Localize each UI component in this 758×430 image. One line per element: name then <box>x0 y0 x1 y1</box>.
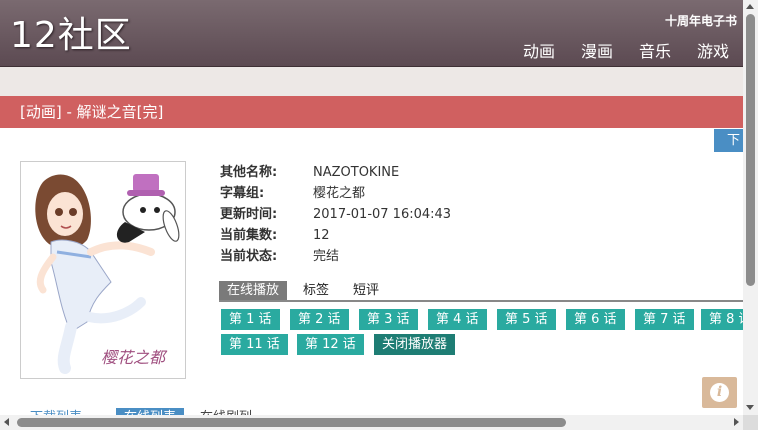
info-row-alt-name: 其他名称: NAZOTOKINE <box>220 164 451 185</box>
nav-games[interactable]: 游戏 <box>697 38 729 62</box>
download-tab[interactable]: 下载 <box>714 129 743 152</box>
page-title: [动画] - 解谜之音[完] <box>0 96 743 128</box>
info-label: 更新时间: <box>220 207 278 222</box>
scrollbar-corner <box>743 415 758 430</box>
vertical-scroll-thumb[interactable] <box>746 14 755 286</box>
tab-tags[interactable]: 标签 <box>295 281 337 300</box>
scroll-up-arrow-icon[interactable] <box>746 4 754 9</box>
info-row-episode-count: 当前集数: 12 <box>220 227 451 248</box>
scroll-right-arrow-icon[interactable] <box>734 418 739 426</box>
episode-button[interactable]: 第 3 话 <box>359 309 418 330</box>
info-row-subtitle-group: 字幕组: 樱花之都 <box>220 185 451 206</box>
nav-manga[interactable]: 漫画 <box>581 38 613 62</box>
episode-button[interactable]: 第 12 话 <box>297 334 364 355</box>
info-button[interactable]: i <box>702 377 737 408</box>
site-logo[interactable]: 12社区 <box>10 14 132 58</box>
close-player-button[interactable]: 关闭播放器 <box>374 334 456 355</box>
site-header: 12社区 十周年电子书 动画 漫画 音乐 游戏 <box>0 0 743 67</box>
info-value: 完结 <box>313 249 340 264</box>
info-icon: i <box>710 383 729 402</box>
info-row-status: 当前状态: 完结 <box>220 248 451 269</box>
tab-online-play[interactable]: 在线播放 <box>219 281 288 300</box>
horizontal-scroll-thumb[interactable] <box>17 418 566 427</box>
episode-button[interactable]: 第 4 话 <box>428 309 487 330</box>
episode-button[interactable]: 第 2 话 <box>290 309 349 330</box>
info-label: 当前集数: <box>220 228 278 243</box>
ebook-link[interactable]: 十周年电子书 <box>665 12 737 29</box>
nav-anime[interactable]: 动画 <box>523 38 555 62</box>
scroll-down-arrow-icon[interactable] <box>746 405 754 410</box>
info-row-updated: 更新时间: 2017-01-07 16:04:43 <box>220 206 451 227</box>
episode-button[interactable]: 第 1 话 <box>221 309 280 330</box>
scroll-left-arrow-icon[interactable] <box>4 418 9 426</box>
cover-watermark: 樱花之都 <box>101 348 166 367</box>
info-value: 2017-01-07 16:04:43 <box>313 207 452 222</box>
cover-image: 樱花之都 <box>20 161 186 379</box>
info-label: 当前状态: <box>220 249 278 264</box>
episode-button[interactable]: 第 7 话 <box>635 309 694 330</box>
sub-bar <box>0 67 743 96</box>
episode-button[interactable]: 第 11 话 <box>221 334 288 355</box>
episode-button[interactable]: 第 5 话 <box>497 309 556 330</box>
info-value: NAZOTOKINE <box>313 165 400 180</box>
info-label: 其他名称: <box>220 165 278 180</box>
info-label: 字幕组: <box>220 186 265 201</box>
info-value: 樱花之都 <box>313 186 366 201</box>
info-value: 12 <box>313 228 330 243</box>
tab-reviews[interactable]: 短评 <box>345 281 387 300</box>
main-nav: 动画 漫画 音乐 游戏 <box>497 38 729 62</box>
anime-info: 其他名称: NAZOTOKINE 字幕组: 樱花之都 更新时间: 2017-01… <box>220 164 451 269</box>
nav-music[interactable]: 音乐 <box>639 38 671 62</box>
episode-button[interactable]: 第 6 话 <box>566 309 625 330</box>
content-tabs: 在线播放 标签 短评 <box>219 281 743 302</box>
